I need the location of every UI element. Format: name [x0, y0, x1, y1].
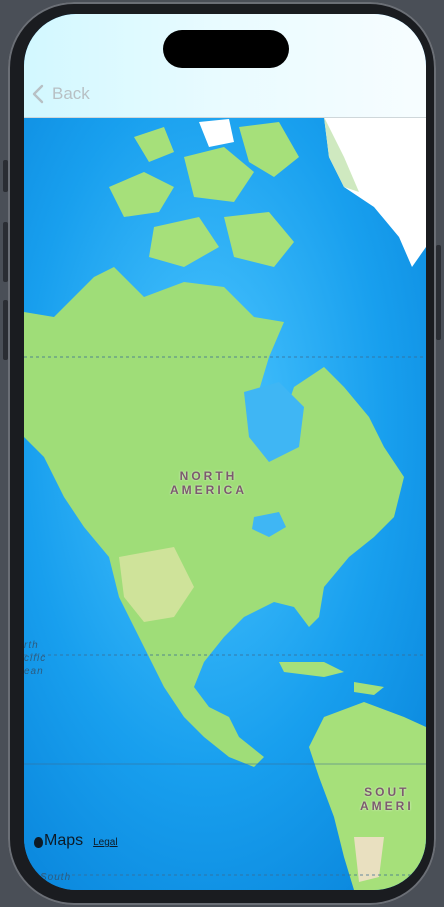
map-canvas [24, 117, 426, 890]
screen: Back NORTH AMERICA SOUT AMERI rth cific … [24, 14, 426, 890]
volume-down-button [3, 300, 8, 360]
ocean-label: rth cific ean [24, 640, 47, 677]
map-attribution: Maps Legal [34, 832, 118, 850]
back-button[interactable]: Back [32, 84, 90, 104]
legal-link[interactable]: Legal [93, 837, 117, 848]
chevron-left-icon [32, 84, 44, 104]
dynamic-island [163, 30, 289, 68]
power-button [436, 245, 441, 340]
back-label: Back [52, 84, 90, 103]
volume-up-button [3, 222, 8, 282]
maps-logo: Maps [34, 832, 83, 850]
maps-brand: Maps [44, 832, 84, 849]
continent-label-south: SOUT AMERI [360, 785, 414, 813]
action-button [3, 160, 8, 192]
navigation-bar: Back [24, 14, 426, 118]
map-view[interactable]: NORTH AMERICA SOUT AMERI rth cific ean S… [24, 117, 426, 890]
continent-label: NORTH AMERICA [170, 469, 247, 497]
ocean-label-bottom: South [40, 872, 72, 883]
apple-icon [34, 836, 43, 848]
